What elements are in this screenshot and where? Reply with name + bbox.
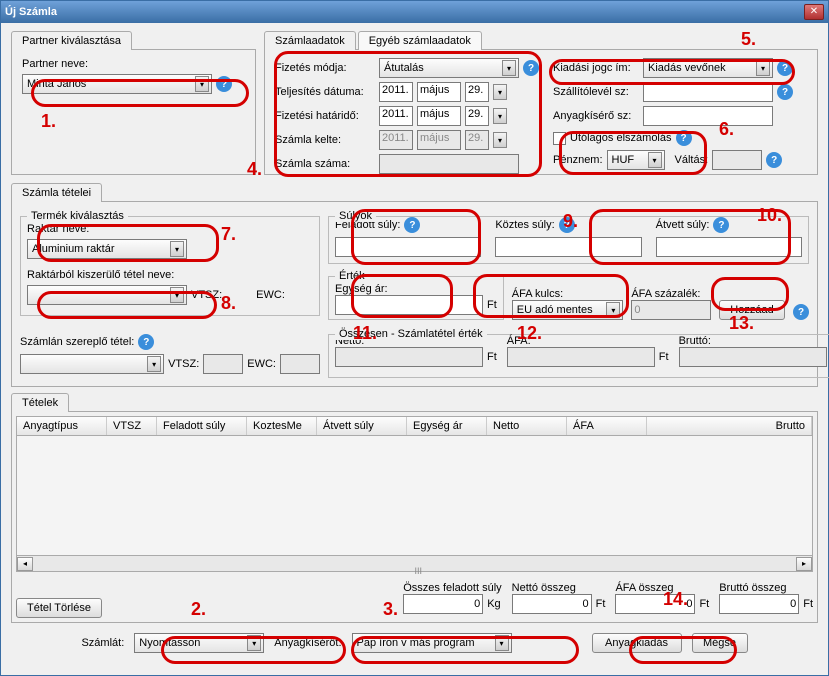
partner-name-label: Partner neve: xyxy=(22,58,88,70)
raktar-combo[interactable]: Aluminium raktár▾ xyxy=(27,239,187,259)
afa-szazalek-label: ÁFA százalék: xyxy=(631,288,700,300)
teljesites-label: Teljesítés dátuma: xyxy=(275,86,375,98)
chevron-down-icon[interactable]: ▾ xyxy=(756,60,770,76)
afa-kulcs-label: ÁFA kulcs: xyxy=(512,288,563,300)
anyagkisero-label: Anyagkísérő sz: xyxy=(553,110,639,122)
netto-osszeg-input[interactable] xyxy=(512,594,592,614)
atvett-input[interactable] xyxy=(656,237,802,257)
window-title: Új Számla xyxy=(5,6,57,18)
partner-name-combo[interactable]: Minta János ▾ xyxy=(22,74,212,94)
help-icon[interactable]: ? xyxy=(766,152,782,168)
valtas-label: Váltás: xyxy=(675,154,709,166)
chevron-down-icon[interactable]: ▾ xyxy=(247,635,261,651)
calendar-icon[interactable]: ▾ xyxy=(493,108,507,124)
help-icon[interactable]: ? xyxy=(777,60,793,76)
szamlan-label: Számlán szereplő tétel: xyxy=(20,336,134,348)
szallitolevel-input[interactable] xyxy=(643,82,773,102)
table-body xyxy=(16,436,813,556)
fizetes-modja-label: Fizetés módja: xyxy=(275,62,375,74)
szamla-szama-input xyxy=(379,154,519,174)
tab-partner[interactable]: Partner kiválasztása xyxy=(11,31,132,50)
help-icon[interactable]: ? xyxy=(793,304,809,320)
help-icon[interactable]: ? xyxy=(777,84,793,100)
help-icon[interactable]: ? xyxy=(138,334,154,350)
szamlan-combo[interactable]: ▾ xyxy=(20,354,164,374)
also-combo[interactable]: ▾ xyxy=(27,285,187,305)
chevron-down-icon[interactable]: ▾ xyxy=(147,356,161,372)
koztes-label: Köztes súly: xyxy=(495,219,554,231)
scroll-right-icon[interactable]: ▸ xyxy=(796,557,812,571)
chevron-down-icon[interactable]: ▾ xyxy=(606,302,620,318)
tab-egyeb[interactable]: Egyéb számlaadatok xyxy=(358,31,482,50)
date-day[interactable]: 29. xyxy=(465,82,489,102)
ertek-group-title: Érték xyxy=(335,270,369,282)
anyagkisero-input[interactable] xyxy=(643,106,773,126)
egyseg-ar-input[interactable] xyxy=(335,295,483,315)
close-icon[interactable]: ✕ xyxy=(804,4,824,20)
osszes-feladott-input[interactable] xyxy=(403,594,483,614)
szamlat-label: Számlát: xyxy=(81,637,124,649)
kiadasi-jogcim-combo[interactable]: Kiadás vevőnek▾ xyxy=(643,58,773,78)
feladott-input[interactable] xyxy=(335,237,481,257)
chevron-down-icon[interactable]: ▾ xyxy=(648,152,662,168)
afa-szazalek-input xyxy=(631,300,711,320)
help-icon[interactable]: ? xyxy=(216,76,232,92)
chevron-down-icon[interactable]: ▾ xyxy=(195,76,209,92)
help-icon[interactable]: ? xyxy=(559,217,575,233)
help-icon[interactable]: ? xyxy=(404,217,420,233)
utolagos-checkbox[interactable] xyxy=(553,132,566,145)
raktar-label: Raktár neve: xyxy=(27,223,89,235)
hatarido-label: Fizetési határidő: xyxy=(275,110,375,122)
chevron-down-icon[interactable]: ▾ xyxy=(495,635,509,651)
tetel-torlese-button[interactable]: Tétel Törlése xyxy=(16,598,102,618)
afa-kulcs-combo[interactable]: EU adó mentes▾ xyxy=(512,300,624,320)
kiadasi-jogcim-label: Kiadási jogc ím: xyxy=(553,62,639,74)
scroll-left-icon[interactable]: ◂ xyxy=(17,557,33,571)
utolagos-label: Utólagos elszámolás xyxy=(570,132,672,144)
koztes-input[interactable] xyxy=(495,237,641,257)
anyagkiserot-combo[interactable]: Pap íron v más program▾ xyxy=(352,633,512,653)
megse-button[interactable]: Mégse xyxy=(692,633,748,653)
szama-label: Számla száma: xyxy=(275,158,375,170)
szallitolevel-label: Szállítólevél sz: xyxy=(553,86,639,98)
help-icon[interactable]: ? xyxy=(523,60,539,76)
osszesen-group-title: Összesen - Számlatétel érték xyxy=(335,328,487,340)
date-year[interactable]: 2011. xyxy=(379,82,413,102)
help-icon[interactable]: ? xyxy=(676,130,692,146)
calendar-icon[interactable]: ▾ xyxy=(493,84,507,100)
chevron-down-icon[interactable]: ▾ xyxy=(502,60,516,76)
valtas-input xyxy=(712,150,762,170)
penznem-label: Pénznem: xyxy=(553,154,603,166)
calendar-icon: ▾ xyxy=(493,132,507,148)
titlebar: Új Számla ✕ xyxy=(1,1,828,23)
anyagkiadas-button[interactable]: Anyagkiadás xyxy=(592,633,682,653)
tab-szamla-tetelei[interactable]: Számla tételei xyxy=(11,183,102,202)
kelte-label: Számla kelte: xyxy=(275,134,375,146)
scrollbar-horizontal[interactable]: ◂ III ▸ xyxy=(16,556,813,572)
anyagkiserot-label: Anyagkísérőt: xyxy=(274,637,341,649)
help-icon[interactable]: ? xyxy=(713,217,729,233)
atvett-label: Átvett súly: xyxy=(656,219,710,231)
tab-szamlaadatok[interactable]: Számlaadatok xyxy=(264,31,356,50)
tab-tetelek[interactable]: Tételek xyxy=(11,393,69,412)
egyseg-ar-label: Egység ár: xyxy=(335,283,388,295)
chevron-down-icon[interactable]: ▾ xyxy=(170,241,184,257)
penznem-combo[interactable]: HUF▾ xyxy=(607,150,665,170)
table-header: Anyagtípus VTSZ Feladott súly KoztesMe Á… xyxy=(16,416,813,436)
brutto-osszeg-input[interactable] xyxy=(719,594,799,614)
hozzaad-button[interactable]: Hozzáad xyxy=(719,300,785,320)
afa-osszeg-input[interactable] xyxy=(615,594,695,614)
szamlat-combo[interactable]: Nyomtasson▾ xyxy=(134,633,264,653)
chevron-down-icon[interactable]: ▾ xyxy=(170,287,184,303)
fizetes-modja-combo[interactable]: Átutalás▾ xyxy=(379,58,519,78)
sulyok-group-title: Súlyok xyxy=(335,210,376,222)
date-month[interactable]: május xyxy=(417,82,461,102)
termek-group-title: Termék kiválasztás xyxy=(27,210,128,222)
